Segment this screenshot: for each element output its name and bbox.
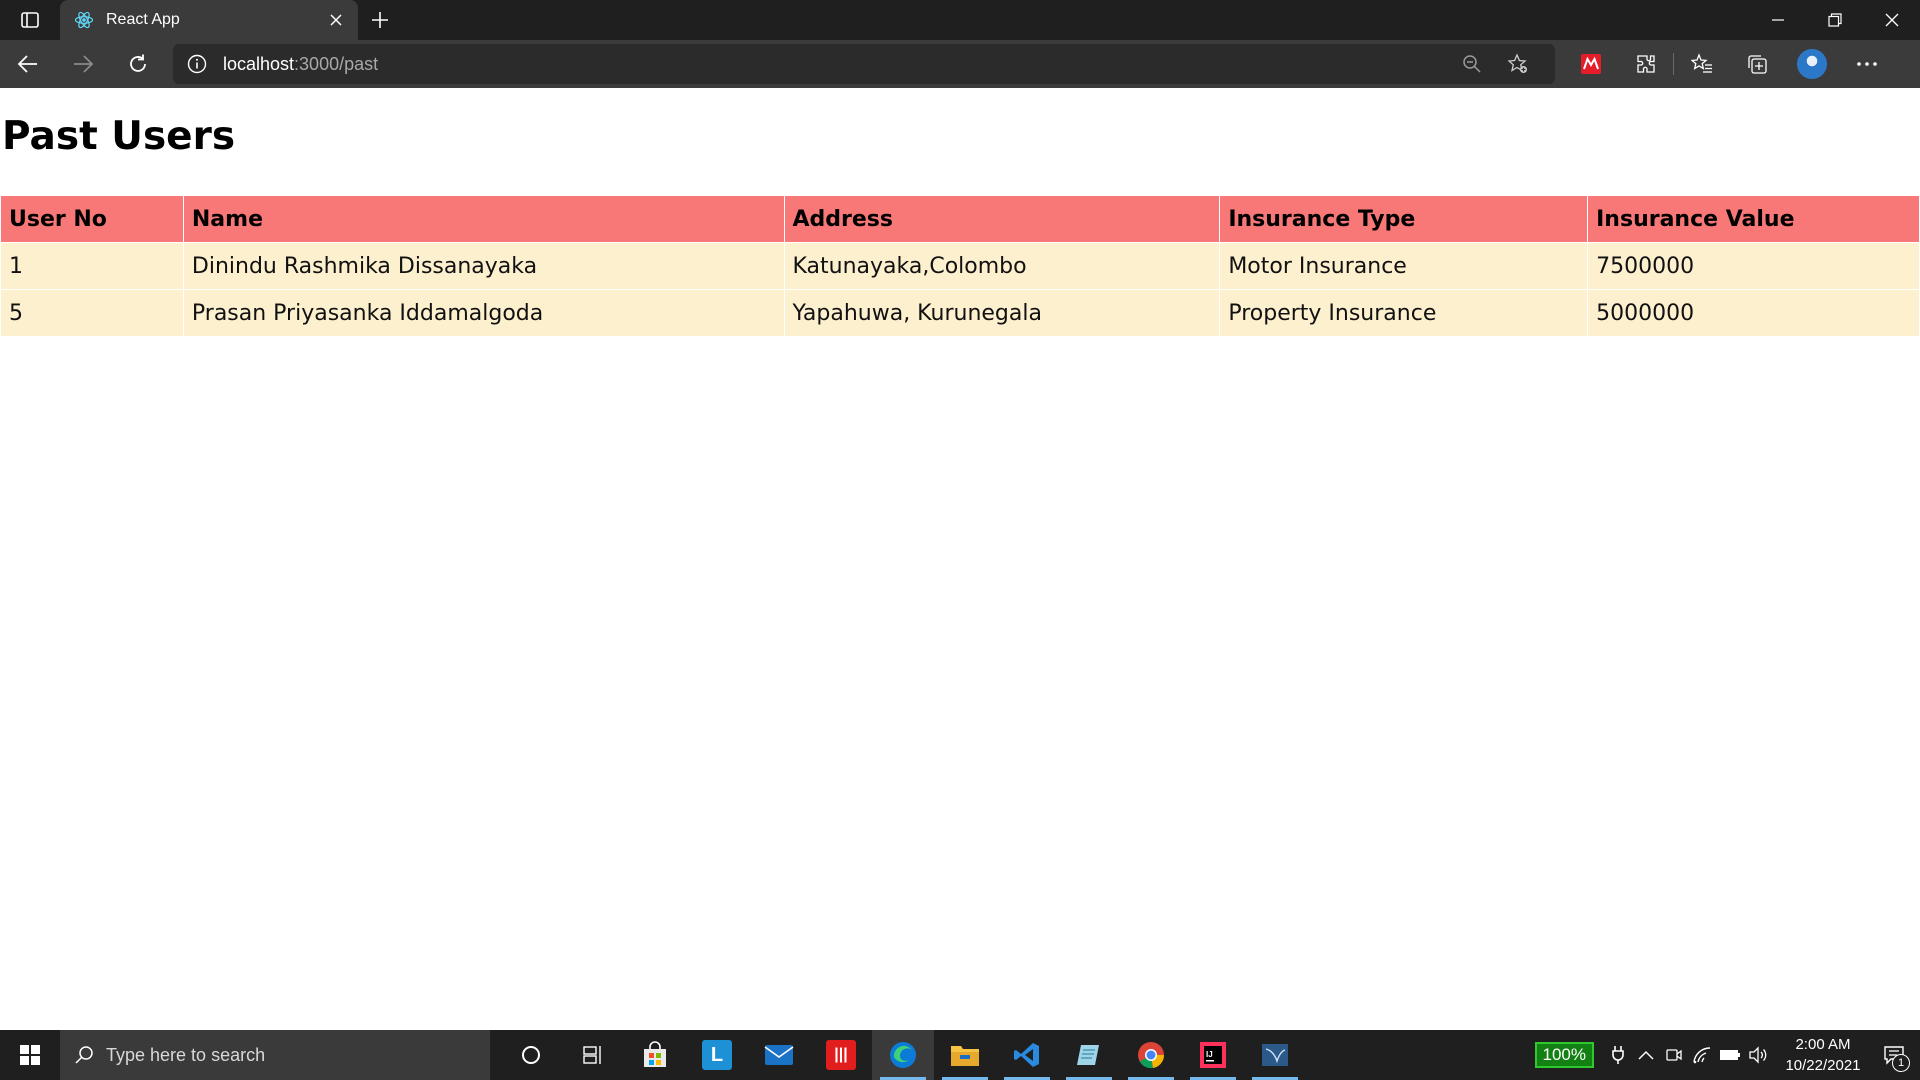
table-row: 5 Prasan Priyasanka Iddamalgoda Yapahuwa… [0, 289, 1920, 337]
new-tab-button[interactable] [358, 0, 402, 40]
tab-actions-icon [21, 12, 39, 28]
clock-date: 10/22/2021 [1785, 1057, 1861, 1074]
chrome-icon[interactable] [1120, 1030, 1182, 1080]
system-tray: 100% 2:00 AM 10/22/2021 1 [1534, 1030, 1920, 1080]
mail-icon[interactable] [748, 1030, 810, 1080]
collections-icon[interactable] [1729, 40, 1784, 88]
cell-insurance-type: Property Insurance [1219, 289, 1589, 337]
notification-count-badge: 1 [1892, 1054, 1910, 1072]
battery-percent-badge[interactable]: 100% [1534, 1042, 1594, 1068]
back-arrow-icon [17, 55, 37, 73]
browser-tab[interactable]: React App [60, 0, 358, 40]
search-placeholder: Type here to search [106, 1044, 266, 1065]
action-center-button[interactable]: 1 [1868, 1030, 1920, 1080]
plus-icon [372, 12, 388, 28]
cell-user-no: 1 [0, 242, 184, 290]
profile-avatar[interactable] [1784, 40, 1839, 88]
wifi-icon[interactable] [1688, 1030, 1716, 1080]
windows-taskbar: Type here to search L ||| IJ 100% 2:00 A… [0, 1030, 1920, 1080]
forward-arrow-icon [73, 55, 93, 73]
cell-insurance-value: 7500000 [1587, 242, 1920, 290]
taskbar-search-box[interactable]: Type here to search [60, 1030, 490, 1080]
page-content: Past Users User No Name Address Insuranc… [0, 88, 1920, 1030]
cell-address: Katunayaka,Colombo [783, 242, 1221, 290]
restore-button[interactable] [1806, 0, 1863, 40]
favorites-icon[interactable] [1674, 40, 1729, 88]
page-title: Past Users [2, 114, 236, 159]
extensions-icon[interactable] [1618, 40, 1673, 88]
column-header-address: Address [783, 195, 1221, 243]
minimize-icon [1771, 19, 1784, 21]
cell-name: Dinindu Rashmika Dissanayaka [182, 242, 785, 290]
zoom-out-icon[interactable] [1449, 54, 1495, 74]
battery-icon[interactable] [1716, 1030, 1744, 1080]
add-favorite-icon[interactable] [1495, 53, 1541, 75]
url-host: localhost [223, 53, 295, 74]
power-plug-icon[interactable] [1604, 1030, 1632, 1080]
cell-insurance-value: 5000000 [1587, 289, 1920, 337]
cell-user-no: 5 [0, 289, 184, 337]
settings-menu-button[interactable] [1839, 40, 1894, 88]
tab-title: React App [106, 11, 180, 28]
cell-insurance-type: Motor Insurance [1219, 242, 1589, 290]
react-favicon-icon [74, 10, 94, 30]
tab-close-icon[interactable] [326, 10, 346, 30]
column-header-insurance-type: Insurance Type [1219, 195, 1589, 243]
url-text[interactable]: localhost:3000/past [223, 54, 1449, 75]
url-path: :3000/past [294, 53, 379, 74]
l-app-icon[interactable]: L [686, 1030, 748, 1080]
tab-actions-button[interactable] [0, 0, 60, 40]
restore-icon [1827, 13, 1842, 27]
site-info-icon[interactable] [187, 54, 207, 74]
column-header-insurance-value: Insurance Value [1587, 195, 1920, 243]
store-icon[interactable] [624, 1030, 686, 1080]
edge-icon[interactable] [872, 1030, 934, 1080]
refresh-icon [129, 54, 146, 72]
meet-now-icon[interactable] [1660, 1030, 1688, 1080]
avatar-icon [1796, 49, 1827, 79]
close-window-button[interactable] [1863, 0, 1920, 40]
extension-red-icon[interactable] [1563, 40, 1618, 88]
table-row: 1 Dinindu Rashmika Dissanayaka Katunayak… [0, 242, 1920, 290]
clock[interactable]: 2:00 AM 10/22/2021 [1778, 1034, 1868, 1076]
address-bar[interactable]: localhost:3000/past [173, 44, 1555, 84]
intellij-icon[interactable]: IJ [1182, 1030, 1244, 1080]
task-view-icon[interactable] [562, 1030, 624, 1080]
close-icon [1885, 13, 1898, 27]
search-icon [75, 1046, 93, 1064]
forward-button[interactable] [55, 40, 110, 88]
windows-logo-icon [20, 1045, 40, 1065]
svg-text:IJ: IJ [1206, 1050, 1213, 1059]
past-users-table: User No Name Address Insurance Type Insu… [0, 195, 1920, 337]
start-button[interactable] [0, 1030, 60, 1080]
cell-address: Yapahuwa, Kurunegala [783, 289, 1221, 337]
table-header-row: User No Name Address Insurance Type Insu… [0, 195, 1920, 243]
refresh-button[interactable] [110, 40, 165, 88]
notepad-icon[interactable] [1058, 1030, 1120, 1080]
show-hidden-icons-chevron-icon[interactable] [1632, 1030, 1660, 1080]
cortana-icon[interactable] [500, 1030, 562, 1080]
sql-server-icon[interactable] [1244, 1030, 1306, 1080]
red-app-icon[interactable]: ||| [810, 1030, 872, 1080]
clock-time: 2:00 AM [1795, 1036, 1851, 1053]
file-explorer-icon[interactable] [934, 1030, 996, 1080]
vscode-icon[interactable] [996, 1030, 1058, 1080]
minimize-button[interactable] [1749, 0, 1806, 40]
volume-icon[interactable] [1744, 1030, 1772, 1080]
column-header-user-no: User No [0, 195, 184, 243]
more-dots-icon [1856, 62, 1877, 66]
back-button[interactable] [0, 40, 55, 88]
browser-title-bar: React App [0, 0, 1920, 40]
cell-name: Prasan Priyasanka Iddamalgoda [182, 289, 785, 337]
browser-nav-bar: localhost:3000/past [0, 40, 1920, 88]
column-header-name: Name [182, 195, 785, 243]
